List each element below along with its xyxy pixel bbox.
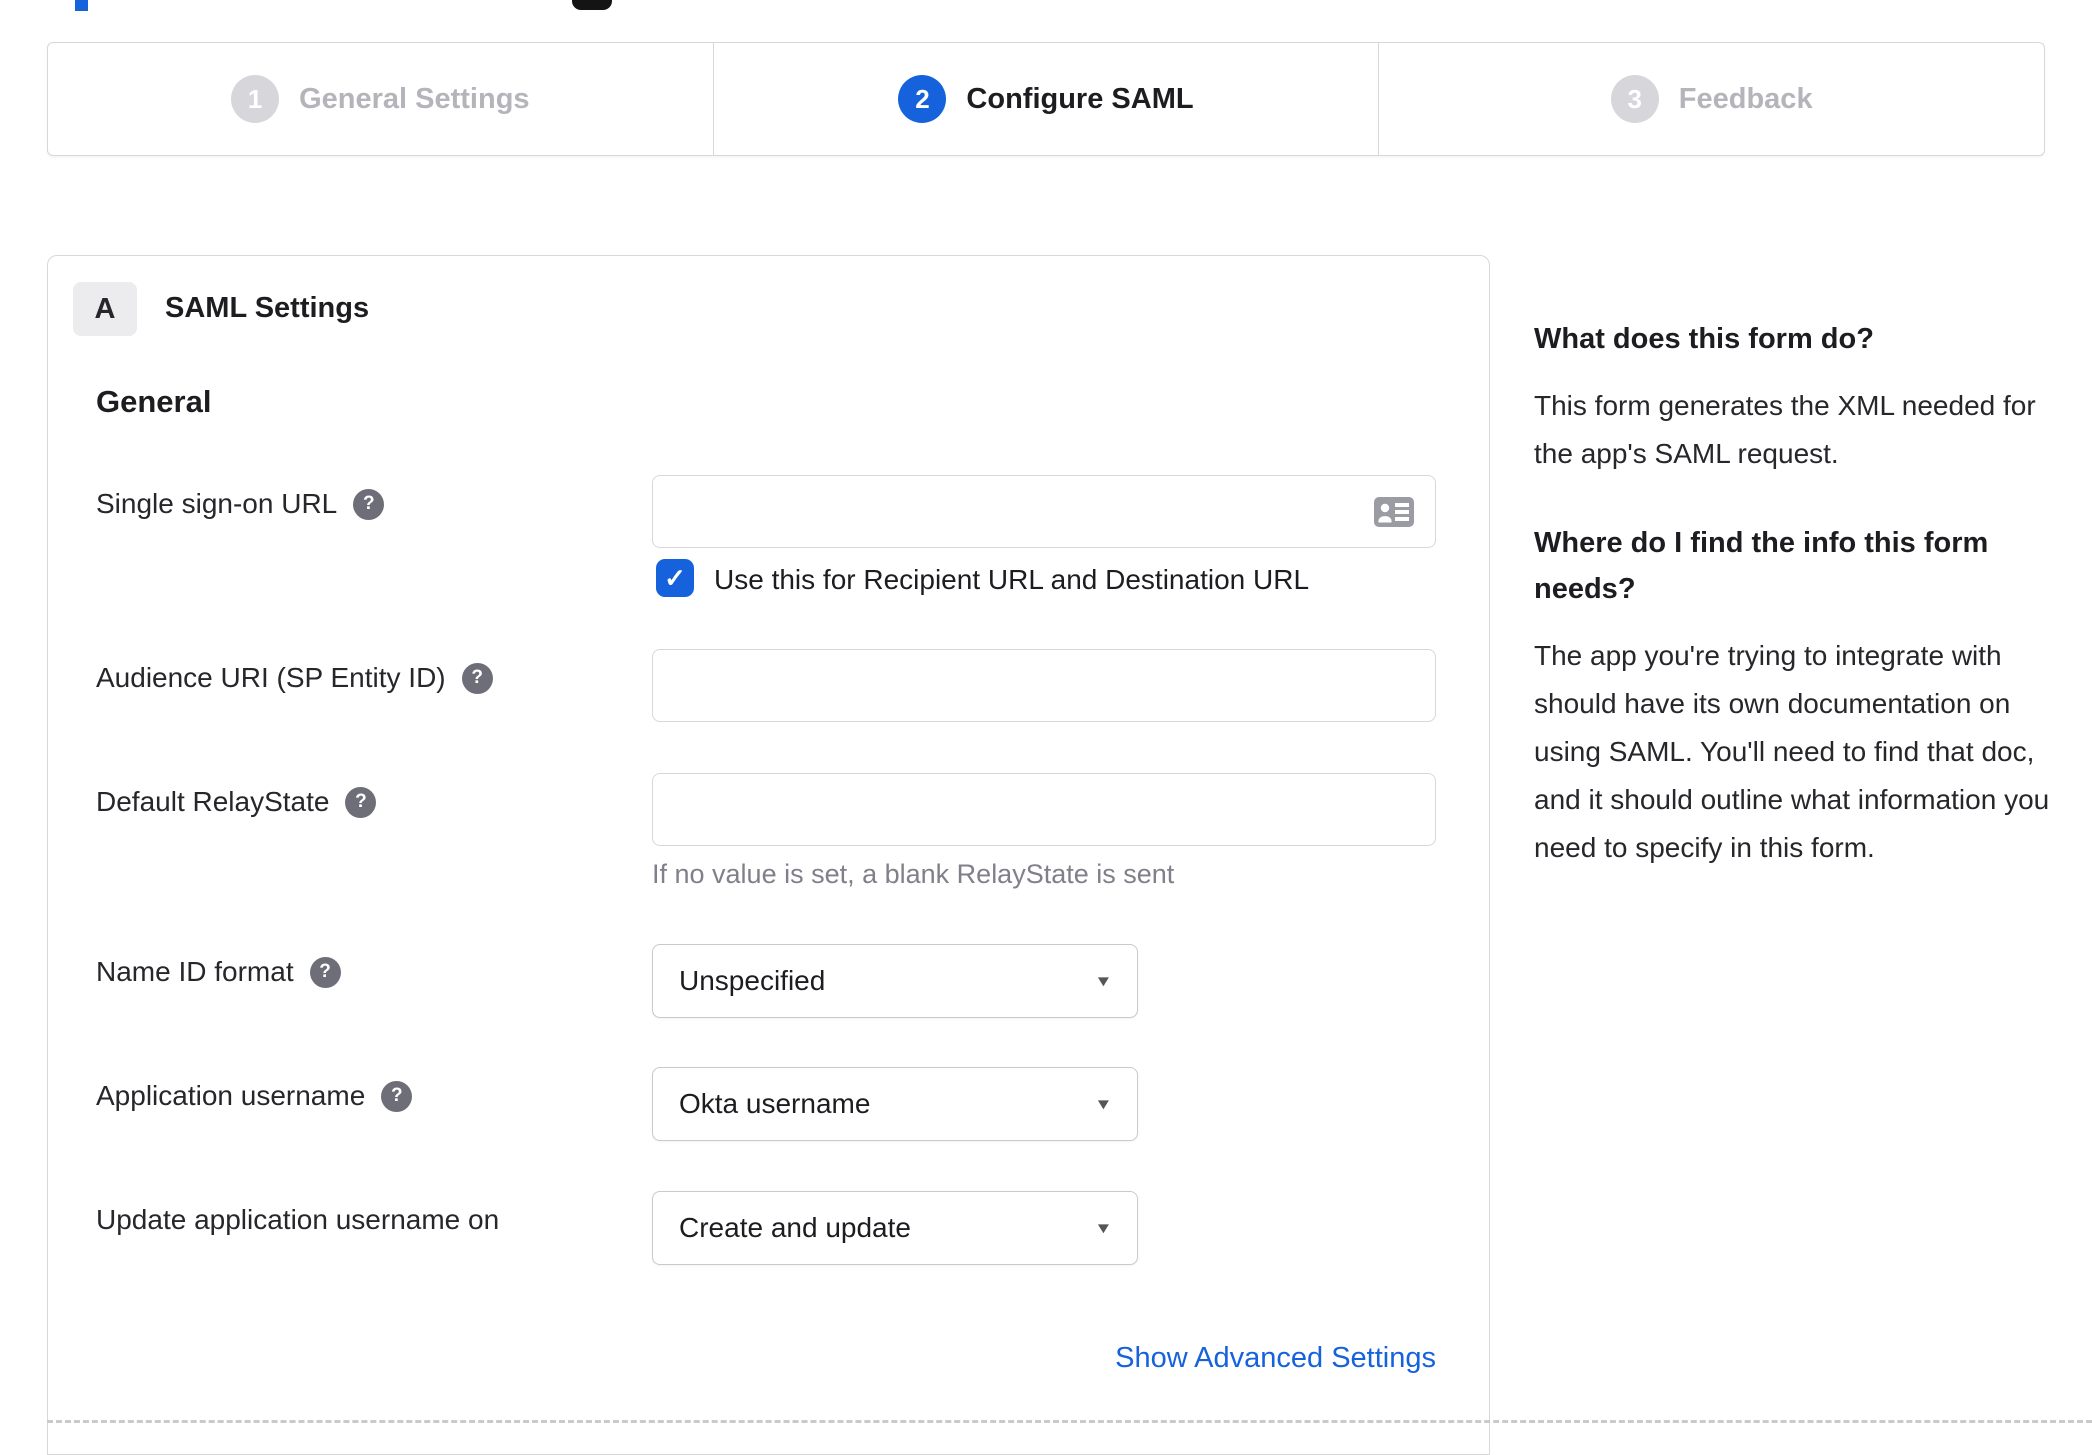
chevron-down-icon: ▼ <box>1094 1095 1113 1113</box>
sidebar-question-2: Where do I find the info this form needs… <box>1534 527 1989 605</box>
default-relaystate-input-wrap <box>652 773 1436 846</box>
update-application-username-label: Update application username on <box>96 1204 499 1236</box>
general-group-heading: General <box>96 384 212 419</box>
chevron-down-icon: ▼ <box>1094 1219 1113 1237</box>
default-relaystate-label: Default RelayState ? <box>96 786 377 818</box>
section-title: SAML Settings <box>165 292 370 324</box>
single-sign-on-url-input-wrap <box>652 475 1436 548</box>
step-number-badge: 2 <box>898 75 947 123</box>
wizard-stepper: 1 General Settings 2 Configure SAML 3 Fe… <box>47 42 2045 156</box>
sidebar-answer-1: This form generates the XML needed for t… <box>1534 390 2036 469</box>
step-label: Feedback <box>1678 82 1813 115</box>
sidebar-question-1: What does this form do? <box>1534 323 1874 355</box>
help-icon[interactable]: ? <box>309 956 341 988</box>
select-value: Create and update <box>679 1212 911 1243</box>
help-icon[interactable]: ? <box>345 786 377 818</box>
application-username-select[interactable]: Okta username ▼ <box>652 1067 1138 1141</box>
step-number-badge: 1 <box>231 75 280 123</box>
label-text: Audience URI (SP Entity ID) <box>96 662 446 693</box>
recipient-destination-checkbox-label[interactable]: Use this for Recipient URL and Destinati… <box>714 564 1309 596</box>
help-icon[interactable]: ? <box>381 1080 413 1112</box>
step-label: General Settings <box>299 82 530 115</box>
section-a-badge: A <box>73 282 137 336</box>
step-general-settings[interactable]: 1 General Settings <box>48 43 713 155</box>
single-sign-on-url-label: Single sign-on URL ? <box>96 488 385 520</box>
cutoff-lock-icon <box>572 0 612 10</box>
step-feedback[interactable]: 3 Feedback <box>1378 43 2044 155</box>
dashed-separator <box>47 1420 2092 1423</box>
audience-uri-input[interactable] <box>652 649 1436 722</box>
recipient-destination-checkbox[interactable]: ✓ <box>656 559 694 597</box>
check-icon: ✓ <box>664 562 686 593</box>
update-application-username-select[interactable]: Create and update ▼ <box>652 1191 1138 1265</box>
saml-settings-panel: A SAML Settings General Single sign-on U… <box>47 255 1490 1455</box>
step-label: Configure SAML <box>966 82 1194 115</box>
help-icon[interactable]: ? <box>353 488 385 520</box>
relaystate-hint: If no value is set, a blank RelayState i… <box>652 859 1175 889</box>
label-text: Application username <box>96 1080 366 1111</box>
audience-uri-label: Audience URI (SP Entity ID) ? <box>96 662 493 694</box>
label-text: Single sign-on URL <box>96 488 338 519</box>
step-configure-saml[interactable]: 2 Configure SAML <box>712 43 1379 155</box>
audience-uri-input-wrap <box>652 649 1436 722</box>
chevron-down-icon: ▼ <box>1094 972 1113 990</box>
help-icon[interactable]: ? <box>461 662 493 694</box>
label-text: Default RelayState <box>96 786 330 817</box>
default-relaystate-input[interactable] <box>652 773 1436 846</box>
application-username-label: Application username ? <box>96 1080 413 1112</box>
name-id-format-label: Name ID format ? <box>96 956 341 988</box>
label-text: Name ID format <box>96 956 294 987</box>
show-advanced-settings-link[interactable]: Show Advanced Settings <box>652 1342 1436 1375</box>
name-id-format-select[interactable]: Unspecified ▼ <box>652 944 1138 1018</box>
select-value: Unspecified <box>679 965 826 996</box>
contact-card-icon <box>1374 497 1414 527</box>
step-number-badge: 3 <box>1610 75 1659 123</box>
label-text: Update application username on <box>96 1204 500 1235</box>
help-sidebar: What does this form do? This form genera… <box>1534 316 2052 914</box>
sidebar-answer-2: The app you're trying to integrate with … <box>1534 640 2050 863</box>
select-value: Okta username <box>679 1088 871 1119</box>
single-sign-on-url-input[interactable] <box>652 475 1436 548</box>
cutoff-title-fragment <box>75 0 88 11</box>
